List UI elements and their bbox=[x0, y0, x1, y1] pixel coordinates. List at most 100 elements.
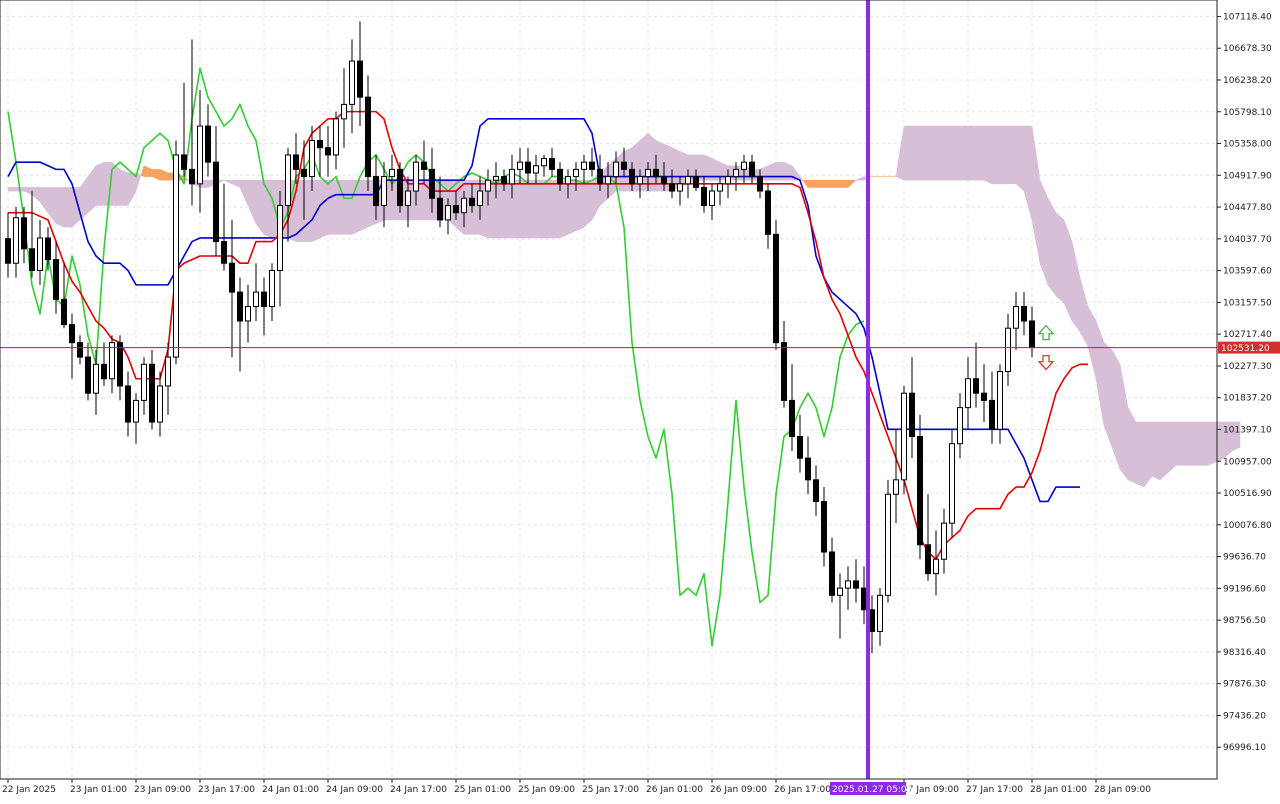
cloud-segment bbox=[935, 125, 945, 181]
cloud-segment bbox=[567, 179, 577, 235]
time-tick-label: 22 Jan 2025 bbox=[2, 785, 56, 795]
candle-body bbox=[557, 168, 563, 185]
candle-body bbox=[37, 237, 43, 271]
cloud-segment bbox=[911, 125, 921, 181]
candle-body bbox=[381, 176, 387, 206]
cloud-segment bbox=[1047, 197, 1057, 297]
cloud-segment bbox=[583, 179, 593, 228]
cloud-segment bbox=[1183, 421, 1193, 466]
candle bbox=[173, 140, 179, 365]
cloud-segment bbox=[63, 187, 73, 228]
cloud-segment bbox=[903, 125, 913, 181]
chart-root[interactable]: 107118.40 106678.30 106238.20 105798.10 1053… bbox=[0, 0, 1280, 800]
candle-body bbox=[765, 190, 771, 235]
price-tick-label: 97876.30 bbox=[1223, 680, 1266, 690]
candle-body bbox=[197, 125, 203, 185]
price-tick-label: 106678.30 bbox=[1223, 44, 1272, 54]
cloud-segment bbox=[999, 125, 1009, 185]
cloud-segment bbox=[1055, 212, 1065, 304]
cloud-segment bbox=[543, 179, 553, 239]
candle-body bbox=[853, 580, 859, 589]
candle-body bbox=[725, 176, 731, 185]
cloud-segment bbox=[527, 179, 537, 239]
time-tick-label: 24 Jan 01:00 bbox=[262, 785, 319, 795]
cloud-segment bbox=[471, 179, 481, 235]
candle-body bbox=[709, 190, 715, 206]
candle-body bbox=[165, 356, 171, 387]
cloud-segment bbox=[919, 125, 929, 181]
candle-body bbox=[61, 298, 67, 326]
candle-body bbox=[45, 237, 51, 261]
candle-body bbox=[245, 306, 251, 322]
current-price-label: 102531.20 bbox=[1221, 344, 1270, 354]
candle-body bbox=[933, 558, 939, 575]
candle-body bbox=[885, 493, 891, 596]
candle-body bbox=[973, 378, 979, 394]
price-tick-label: 104037.70 bbox=[1223, 235, 1272, 245]
candle-body bbox=[909, 392, 915, 437]
candle-body bbox=[573, 168, 579, 178]
time-tick-label: 26 Jan 09:00 bbox=[710, 785, 767, 795]
cloud-segment bbox=[263, 179, 273, 239]
candle-body bbox=[661, 176, 667, 185]
candle-body bbox=[293, 154, 299, 170]
candle-body bbox=[621, 161, 627, 170]
candle-body bbox=[877, 594, 883, 632]
time-tick-label: 25 Jan 01:00 bbox=[454, 785, 511, 795]
candle-body bbox=[685, 176, 691, 185]
candle-body bbox=[869, 609, 875, 632]
time-tick-label: 23 Jan 17:00 bbox=[198, 785, 255, 795]
cloud-segment bbox=[359, 179, 369, 232]
candle-body bbox=[333, 118, 339, 156]
cloud-segment bbox=[319, 179, 329, 239]
candle-body bbox=[1005, 327, 1011, 373]
cloud-segment bbox=[1015, 125, 1025, 192]
price-tick-label: 96996.10 bbox=[1223, 743, 1266, 753]
candle-body bbox=[125, 385, 131, 423]
price-tick-label: 107118.40 bbox=[1223, 12, 1272, 22]
time-tick-label: 28 Jan 09:00 bbox=[1094, 785, 1151, 795]
price-tick-label: 98316.40 bbox=[1223, 648, 1266, 658]
price-tick-label: 101397.10 bbox=[1223, 425, 1272, 435]
cloud-segment bbox=[815, 179, 825, 188]
candle-body bbox=[965, 378, 971, 409]
candle-body bbox=[485, 179, 491, 192]
candle-body bbox=[301, 168, 307, 178]
candle-body bbox=[701, 186, 707, 206]
candle-body bbox=[669, 183, 675, 192]
candle-body bbox=[341, 103, 347, 120]
candle-body bbox=[613, 161, 619, 178]
cloud-segment bbox=[647, 132, 657, 192]
price-tick-label: 104917.90 bbox=[1223, 171, 1272, 181]
cloud-segment bbox=[303, 179, 313, 242]
candle-body bbox=[469, 197, 475, 206]
candle-body bbox=[389, 168, 395, 178]
time-tick-label: 25 Jan 17:00 bbox=[582, 785, 639, 795]
cloud-segment bbox=[927, 125, 937, 181]
candle-body bbox=[357, 60, 363, 98]
candle-body bbox=[413, 161, 419, 192]
cloud-segment bbox=[1007, 125, 1017, 185]
candle-body bbox=[989, 399, 995, 430]
candle-body bbox=[69, 324, 75, 344]
cloud-segment bbox=[535, 179, 545, 239]
cloud-segment bbox=[975, 125, 985, 181]
candle-body bbox=[317, 139, 323, 149]
price-tick-label: 106238.20 bbox=[1223, 76, 1272, 86]
cloud-segment bbox=[511, 179, 521, 239]
candle-body bbox=[789, 399, 795, 437]
cloud-segment bbox=[495, 179, 505, 239]
candle-body bbox=[261, 291, 267, 308]
time-tick-label: 24 Jan 09:00 bbox=[326, 785, 383, 795]
candle-body bbox=[309, 139, 315, 178]
cloud-segment bbox=[967, 125, 977, 181]
price-tick-label: 101837.20 bbox=[1223, 394, 1272, 404]
cloud-segment bbox=[943, 125, 953, 181]
price-tick-label: 104477.80 bbox=[1223, 203, 1272, 213]
ichimoku-price-chart[interactable]: 107118.40 106678.30 106238.20 105798.10 1053… bbox=[0, 0, 1280, 800]
cloud-segment bbox=[1207, 421, 1217, 466]
candle-body bbox=[941, 522, 947, 560]
candle-body bbox=[149, 363, 155, 423]
candle-body bbox=[277, 204, 283, 271]
candle-body bbox=[917, 435, 923, 546]
